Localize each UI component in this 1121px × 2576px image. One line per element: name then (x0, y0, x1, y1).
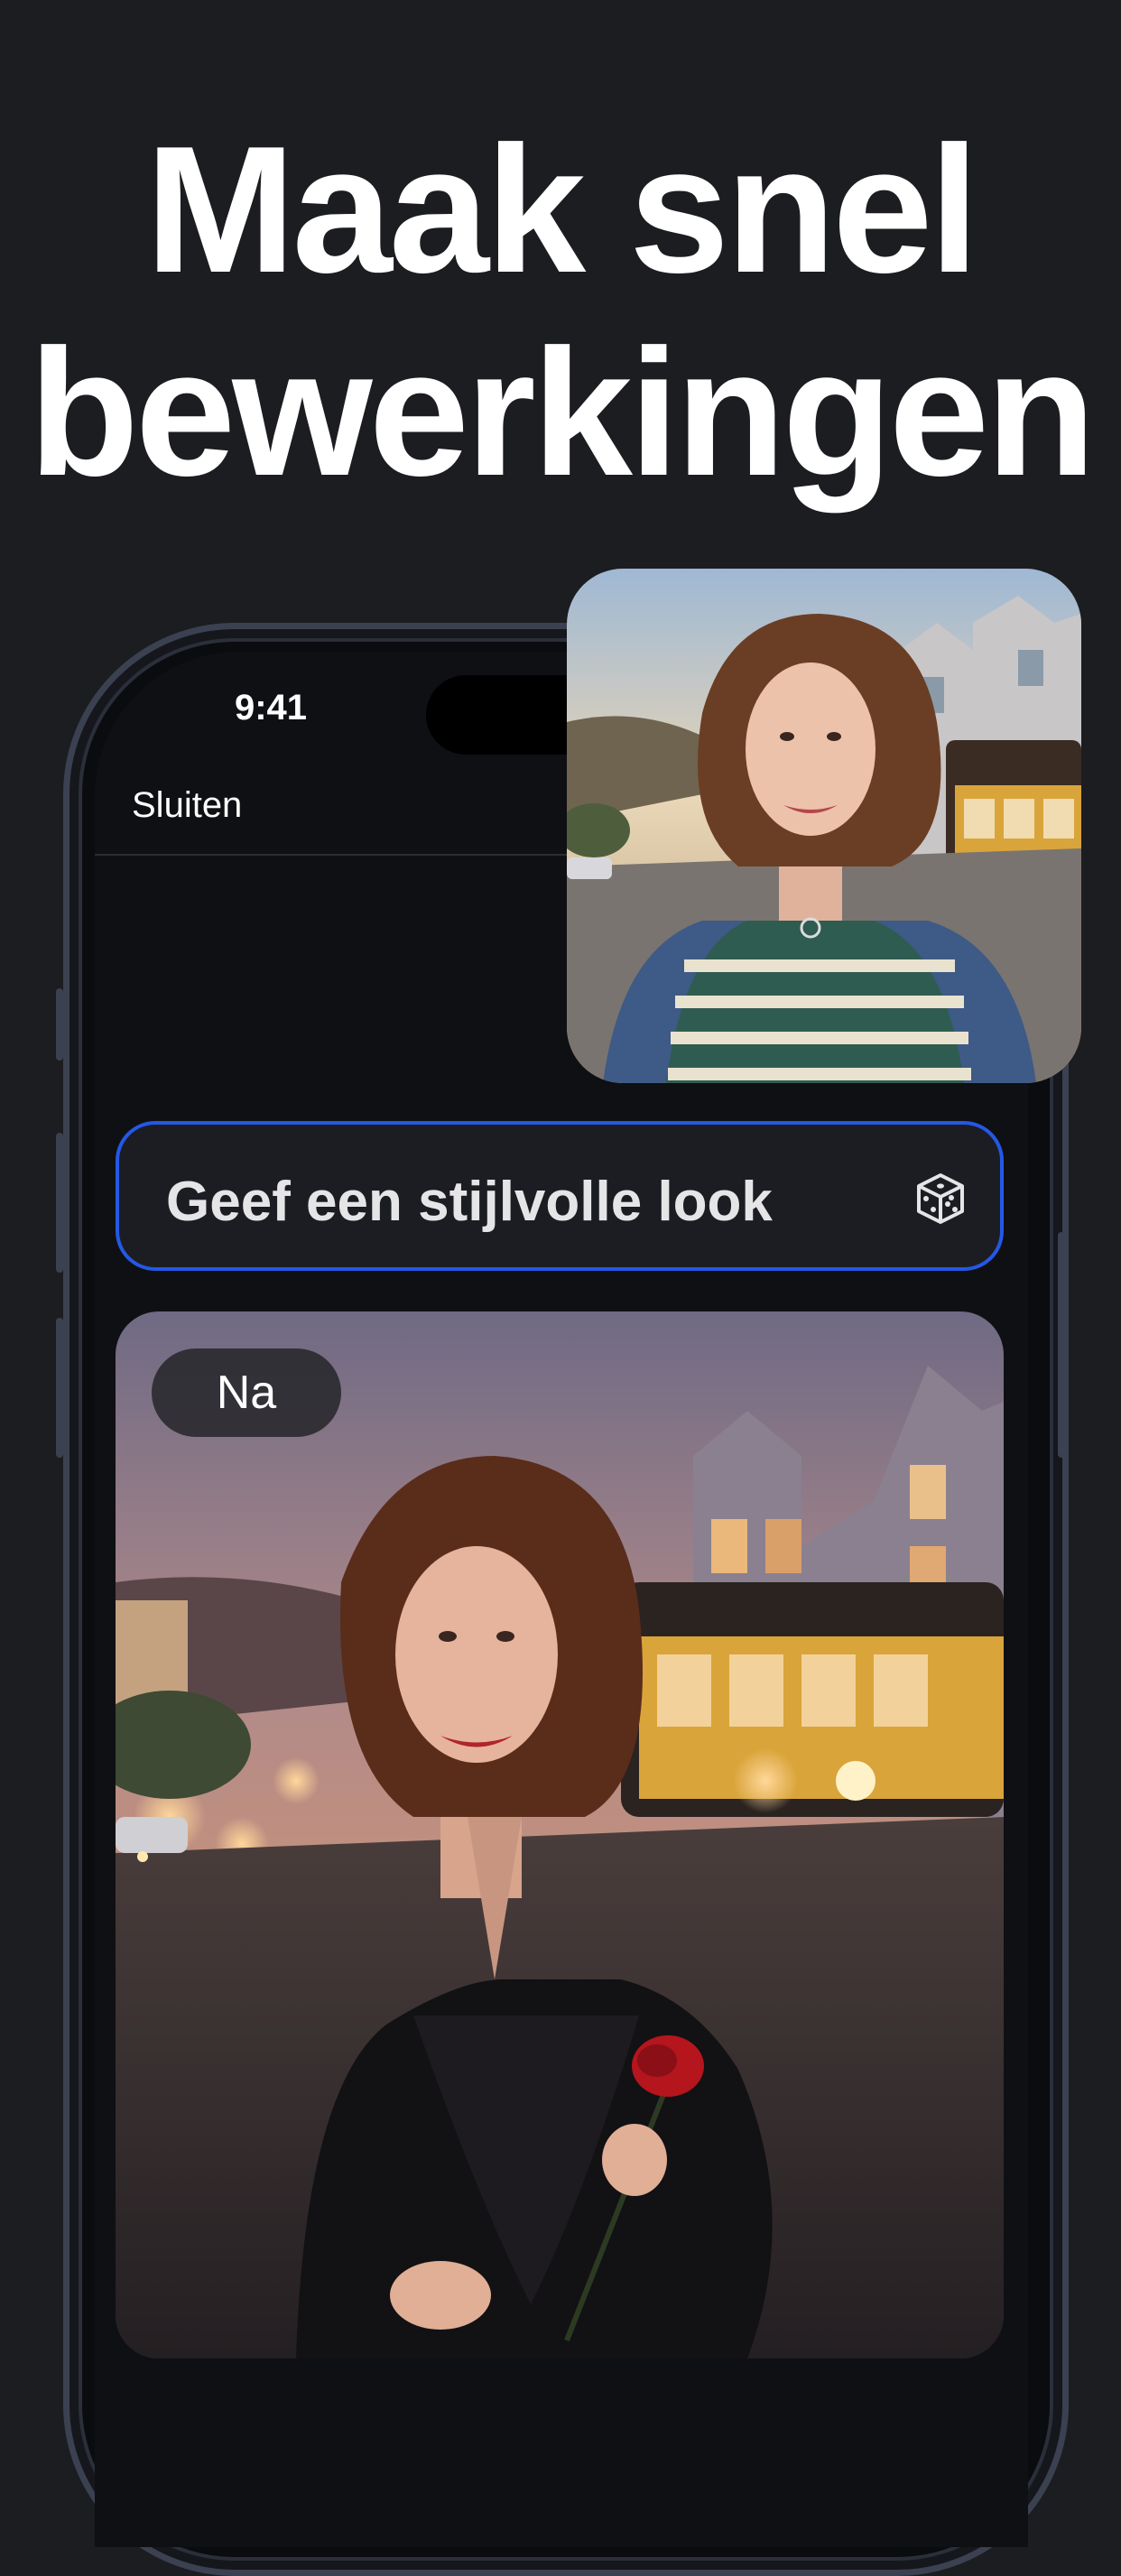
status-time: 9:41 (234, 688, 308, 727)
phone-power-button (1058, 1232, 1065, 1458)
after-image (116, 1311, 1004, 2358)
close-button[interactable]: Sluiten (132, 785, 242, 826)
phone-volume-up (56, 1133, 63, 1273)
headline-line-1: Maak snel (144, 109, 979, 310)
prompt-text: Geef een stijlvolle look (166, 1171, 773, 1233)
phone-side-button (56, 988, 63, 1061)
dice-icon[interactable] (912, 1170, 969, 1228)
phone-volume-down (56, 1318, 63, 1458)
before-image (567, 569, 1081, 1083)
prompt-input[interactable]: Geef een stijlvolle look (116, 1121, 1004, 1271)
after-badge: Na (152, 1348, 341, 1437)
headline-line-2: bewerkingen (28, 312, 1097, 514)
headline: Maak snel bewerkingen (0, 108, 1121, 514)
